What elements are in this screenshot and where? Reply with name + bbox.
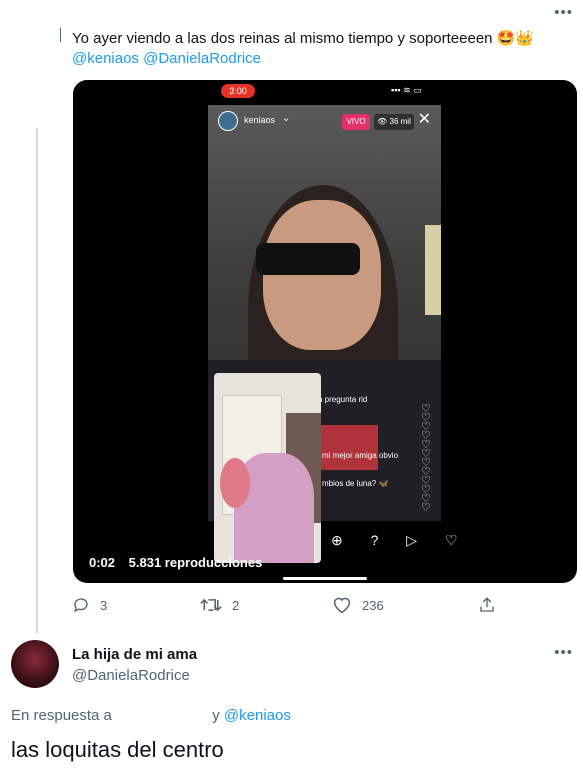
like-button[interactable]: 236 (332, 596, 384, 614)
mention-keniaos[interactable]: @keniaos (224, 707, 291, 724)
emoji-star-struck-crown: 🤩👑 (496, 30, 535, 48)
tweet-text: Yo ayer viendo a las dos reinas al mismo… (72, 29, 572, 69)
in-reply-to: En respuesta a y @keniaos (11, 707, 291, 724)
tweet-body: Yo ayer viendo a las dos reinas al mismo… (72, 30, 493, 47)
in-reply-prefix: En respuesta a (11, 707, 112, 724)
live-badge: VIVO (342, 114, 370, 130)
viewer-count: 👁 36 mil (374, 114, 414, 130)
chevron-down-icon: ⌄ (282, 113, 291, 124)
reply-author-name[interactable]: La hija de mi ama (72, 646, 197, 663)
share-button[interactable] (478, 596, 496, 614)
guest-video (214, 373, 321, 563)
ig-avatar (218, 111, 238, 131)
thread-line (36, 128, 38, 633)
live-comment: mbios de luna? 🦋 (322, 479, 389, 488)
retweet-count: 2 (232, 597, 240, 613)
mention-keniaos[interactable]: @keniaos (72, 50, 139, 67)
video-player[interactable]: keniaos ⌄ VIVO 👁 36 mil ✕ a pregunta rid… (73, 80, 577, 583)
heart-icon (333, 597, 351, 614)
avatar[interactable] (11, 640, 59, 688)
reply-text: las loquitas del centro (11, 737, 224, 762)
video-info: 0:02 5.831 reproducciones (89, 555, 272, 570)
tweet-actions: 3 2 236 (72, 596, 502, 620)
home-indicator (283, 577, 367, 580)
close-icon: ✕ (417, 111, 431, 128)
like-count: 236 (362, 597, 384, 613)
live-comment: mi mejor amiga obvio (322, 451, 399, 460)
reply-count: 3 (100, 597, 108, 613)
hoodie-print (318, 425, 378, 470)
retweet-button[interactable]: 2 (200, 596, 239, 614)
status-time: 3:00 (221, 84, 255, 98)
status-icons: ▪▪▪ ≋ ▭ (391, 85, 422, 95)
car-window (425, 225, 441, 315)
reply-button[interactable]: 3 (72, 596, 107, 614)
ig-live-actions: ⊕ ? ▷ ♡ (331, 532, 470, 548)
share-icon (480, 597, 494, 612)
reply-author-handle[interactable]: @DanielaRodrice (72, 667, 190, 684)
thread-connector (60, 28, 61, 42)
video-time: 0:02 (89, 555, 116, 570)
video-views: 5.831 reproducciones (128, 555, 263, 570)
in-reply-joiner: y (212, 707, 220, 724)
more-options-icon[interactable]: ••• (554, 644, 573, 661)
more-options-icon[interactable]: ••• (554, 4, 573, 21)
ig-live-header: keniaos ⌄ VIVO 👁 36 mil ✕ (216, 111, 433, 133)
retweet-icon (200, 598, 222, 612)
reply-icon (73, 598, 88, 613)
pink-mirror (220, 458, 250, 508)
mention-danielarodrice[interactable]: @DanielaRodrice (143, 50, 261, 67)
live-comment: a pregunta rid (318, 395, 368, 404)
sunglasses (256, 243, 360, 275)
hearts-icon: ♡ ♡ ♡ ♡ ♡ ♡ ♡ ♡ ♡ ♡ ♡ ♡ (421, 403, 431, 514)
ig-username: keniaos (244, 115, 276, 125)
face (263, 200, 381, 350)
